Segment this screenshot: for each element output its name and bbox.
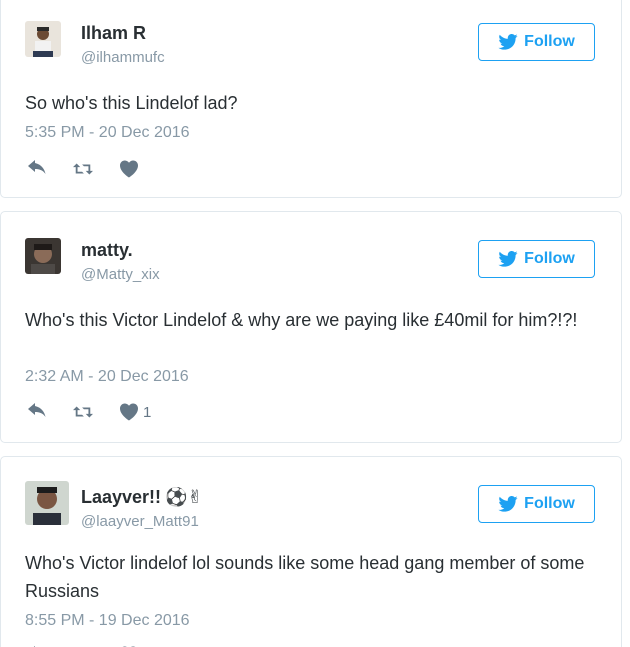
tweet-timestamp[interactable]: 5:35 PM - 20 Dec 2016 [25, 124, 190, 142]
retweet-button[interactable] [73, 160, 93, 178]
tweet-card: matty. @Matty_xix Follow Who's this Vict… [0, 211, 622, 443]
tweet-text: So who's this Lindelof lad? [25, 93, 238, 113]
retweet-button[interactable] [73, 403, 93, 421]
like-button[interactable] [119, 160, 143, 178]
tweet-text: Who's Victor lindelof lol sounds like so… [25, 553, 585, 601]
avatar[interactable] [25, 21, 61, 57]
heart-icon [120, 160, 138, 178]
bird-icon [498, 34, 518, 50]
tweet-card: Laayver!! ⚽✌ @laayver_Matt91 Follow Who's… [0, 456, 622, 647]
reply-button[interactable] [27, 403, 47, 421]
follow-button[interactable]: Follow [478, 485, 595, 523]
tweet-feed: Ilham R @ilhammufc Follow So who's this … [0, 0, 630, 647]
user-handle[interactable]: @Matty_xix [81, 266, 160, 283]
follow-label: Follow [524, 495, 575, 512]
tweet-actions [27, 159, 169, 179]
name-emoji: ⚽✌ [165, 487, 203, 507]
display-name[interactable]: Laayver!! ⚽✌ [81, 487, 203, 508]
like-button[interactable]: 1 [119, 403, 151, 421]
follow-button[interactable]: Follow [478, 240, 595, 278]
retweet-icon [73, 163, 93, 175]
reply-button[interactable] [27, 160, 47, 178]
reply-icon [28, 403, 46, 417]
reply-icon [28, 160, 46, 174]
follow-label: Follow [524, 33, 575, 50]
avatar[interactable] [25, 238, 61, 274]
tweet-card: Ilham R @ilhammufc Follow So who's this … [0, 0, 622, 198]
user-handle[interactable]: @ilhammufc [81, 49, 165, 66]
display-name[interactable]: Ilham R [81, 23, 146, 44]
like-count: 1 [143, 403, 152, 421]
follow-label: Follow [524, 250, 575, 267]
tweet-timestamp[interactable]: 8:55 PM - 19 Dec 2016 [25, 612, 190, 630]
heart-icon [120, 403, 138, 421]
follow-button[interactable]: Follow [478, 23, 595, 61]
avatar[interactable] [25, 481, 69, 525]
tweet-actions: 1 [27, 402, 177, 422]
display-name[interactable]: matty. [81, 240, 133, 261]
tweet-timestamp[interactable]: 2:32 AM - 20 Dec 2016 [25, 368, 189, 386]
user-handle[interactable]: @laayver_Matt91 [81, 513, 199, 530]
bird-icon [498, 251, 518, 267]
bird-icon [498, 496, 518, 512]
retweet-icon [73, 406, 93, 418]
tweet-text: Who's this Victor Lindelof & why are we … [25, 310, 578, 330]
display-name-text: Laayver!! [81, 487, 162, 507]
